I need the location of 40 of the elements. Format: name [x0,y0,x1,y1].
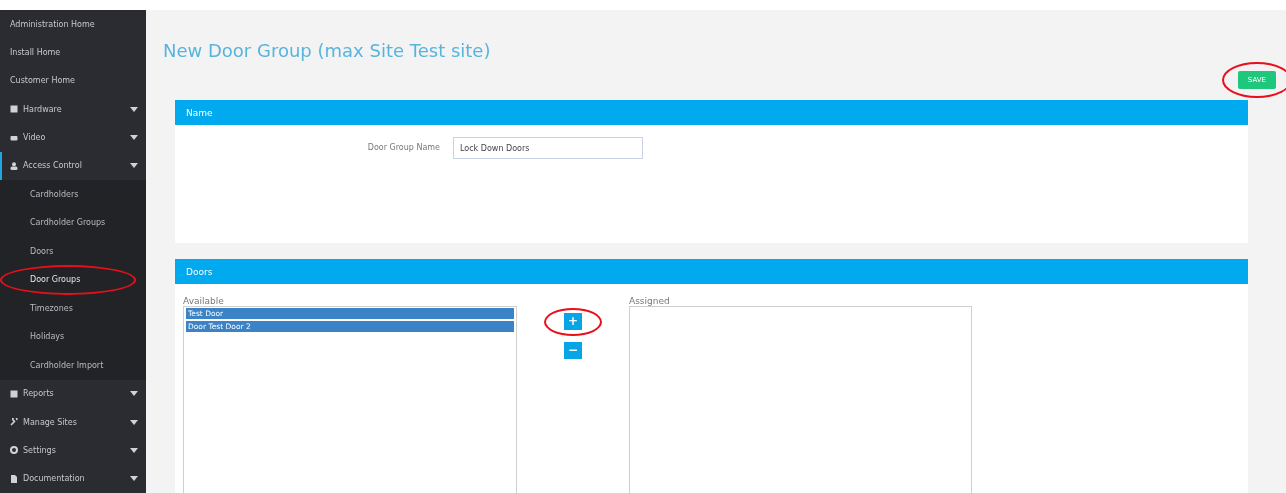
sidebar-item[interactable]: Hardware [0,95,146,124]
sidebar-subitem[interactable]: Timezones [0,294,146,323]
chevron-icon [130,447,138,453]
sidebar-subitem[interactable]: Doors [0,237,146,266]
chevron-icon [130,419,138,425]
field-label: Door Group Name [366,143,441,152]
sidebar-item[interactable]: Customer Home [0,66,146,96]
list-label: Available [183,296,225,306]
sidebar-item[interactable]: Manage Sites [0,407,146,437]
chevron-icon [130,163,138,169]
sidebar-item[interactable]: Documentation [0,464,146,493]
highlight-ellipse [1221,62,1286,98]
list-label: Assigned [629,296,671,306]
chevron-icon [130,106,138,112]
calendar-icon [10,389,18,398]
sidebar-subitem[interactable]: Cardholder Groups [0,208,146,238]
chevron-icon [130,391,138,397]
page-title: New Door Group (max Site Test site) [163,40,492,61]
user-icon [10,161,18,170]
chevron-icon [130,135,138,141]
hardware-icon [10,105,18,114]
sidebar-item[interactable]: Administration Home [0,10,146,39]
sidebar-subitem[interactable]: Cardholders [0,180,146,209]
list-box[interactable] [629,306,972,493]
wrench-icon [10,418,18,427]
sidebar-item[interactable]: Install Home [0,38,146,67]
gear-icon [10,446,18,455]
sidebar-subitem[interactable]: Holidays [0,322,146,352]
sidebar-item[interactable]: Video [0,123,146,152]
document-icon [10,474,18,483]
sidebar-subitem[interactable]: Door Groups [0,265,146,295]
highlight-ellipse [544,307,602,336]
chevron-icon [130,476,138,482]
sidebar-item[interactable]: Reports [0,379,146,408]
sidebar-item[interactable]: Settings [0,436,146,465]
panel-header: Name [175,100,1248,125]
panel-header: Doors [175,259,1248,284]
video-icon [10,133,18,142]
input-field[interactable]: Lock Down Doors [453,137,643,159]
sidebar-subitem[interactable]: Cardholder Import [0,351,146,380]
